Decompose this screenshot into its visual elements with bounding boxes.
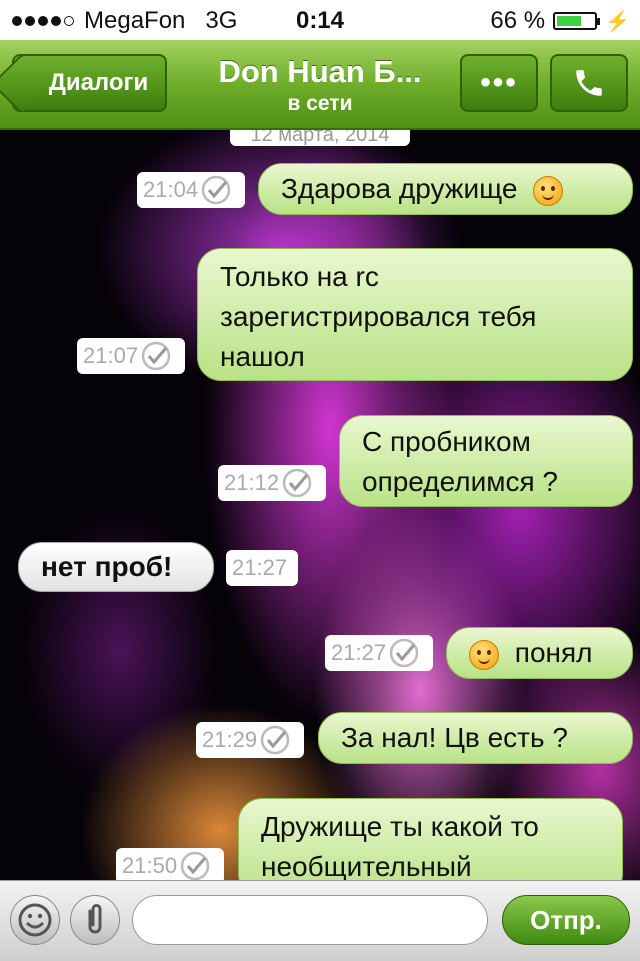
- message-bubble-incoming[interactable]: нет проб!: [18, 542, 214, 592]
- time-label: 21:12: [224, 470, 280, 495]
- attach-button[interactable]: [70, 895, 120, 945]
- nav-bar: Диалоги Don Huan Б... в сети •••: [0, 40, 640, 130]
- message-text: Здарова дружище: [281, 173, 518, 204]
- message-input-bar: Отпр.: [0, 880, 640, 961]
- message-text: Дружище ты какой то необщительный: [261, 811, 539, 880]
- phone-icon: [576, 70, 602, 96]
- check-icon: [260, 725, 290, 755]
- message-text: нет проб!: [41, 551, 173, 582]
- contact-name: Don Huan Б...: [218, 54, 422, 89]
- message-bubble-outgoing[interactable]: Только на rc зарегистрировался тебя нашо…: [197, 248, 633, 381]
- check-icon: [180, 851, 210, 880]
- time-label: 21:29: [202, 727, 258, 752]
- message-time: 21:50: [116, 848, 224, 880]
- paperclip-icon: [88, 904, 102, 934]
- message-time: 21:27: [325, 635, 433, 671]
- more-icon: •••: [480, 66, 518, 99]
- contact-status: в сети: [287, 92, 353, 115]
- chat-area[interactable]: 12 марта, 2014 21:04 Здарова дружище 21:…: [0, 130, 640, 880]
- message-bubble-outgoing[interactable]: За нал! Цв есть ?: [318, 712, 633, 764]
- message-bubble-outgoing[interactable]: Дружище ты какой то необщительный: [238, 798, 623, 880]
- charging-icon: ⚡: [605, 10, 630, 33]
- message-time: 21:07: [77, 338, 185, 374]
- status-right: 66 % ⚡: [490, 7, 630, 35]
- check-icon: [389, 638, 419, 668]
- time-label: 21:27: [232, 555, 288, 580]
- message-time: 21:12: [218, 465, 326, 501]
- send-button[interactable]: Отпр.: [502, 895, 630, 945]
- back-button-label: Диалоги: [48, 69, 149, 96]
- time-label: 21:50: [122, 853, 178, 878]
- smiley-icon: [18, 903, 52, 937]
- smile-emoji-icon: [469, 639, 499, 670]
- message-bubble-outgoing[interactable]: С пробником определимся ?: [339, 415, 633, 507]
- time-label: 21:04: [143, 177, 199, 202]
- message-time: 21:04: [137, 172, 245, 208]
- message-text: Только на rc зарегистрировался тебя нашо…: [220, 261, 537, 372]
- check-icon: [201, 175, 231, 205]
- date-separator: 12 марта, 2014: [230, 130, 410, 146]
- send-button-label: Отпр.: [530, 904, 602, 935]
- message-text: понял: [514, 637, 593, 668]
- message-text: С пробником определимся ?: [362, 426, 558, 497]
- time-label: 21:07: [83, 343, 139, 368]
- call-button[interactable]: [550, 54, 628, 112]
- message-input[interactable]: [132, 895, 488, 945]
- battery-percent: 66 %: [490, 7, 546, 34]
- smile-emoji-icon: [533, 175, 564, 206]
- more-button[interactable]: •••: [460, 54, 538, 112]
- message-time: 21:29: [196, 722, 304, 758]
- message-bubble-outgoing[interactable]: понял: [446, 627, 633, 679]
- time-label: 21:27: [331, 640, 387, 665]
- message-time: 21:27: [226, 550, 298, 586]
- back-button[interactable]: Диалоги: [12, 54, 167, 112]
- status-bar: MegaFon 3G 0:14 66 % ⚡: [0, 0, 640, 40]
- battery-icon: [553, 12, 601, 30]
- message-bubble-outgoing[interactable]: Здарова дружище: [258, 163, 633, 215]
- check-icon: [141, 341, 171, 371]
- check-icon: [282, 468, 312, 498]
- message-text: За нал! Цв есть ?: [341, 722, 568, 753]
- emoji-button[interactable]: [10, 895, 60, 945]
- chat-header[interactable]: Don Huan Б... в сети: [180, 54, 460, 116]
